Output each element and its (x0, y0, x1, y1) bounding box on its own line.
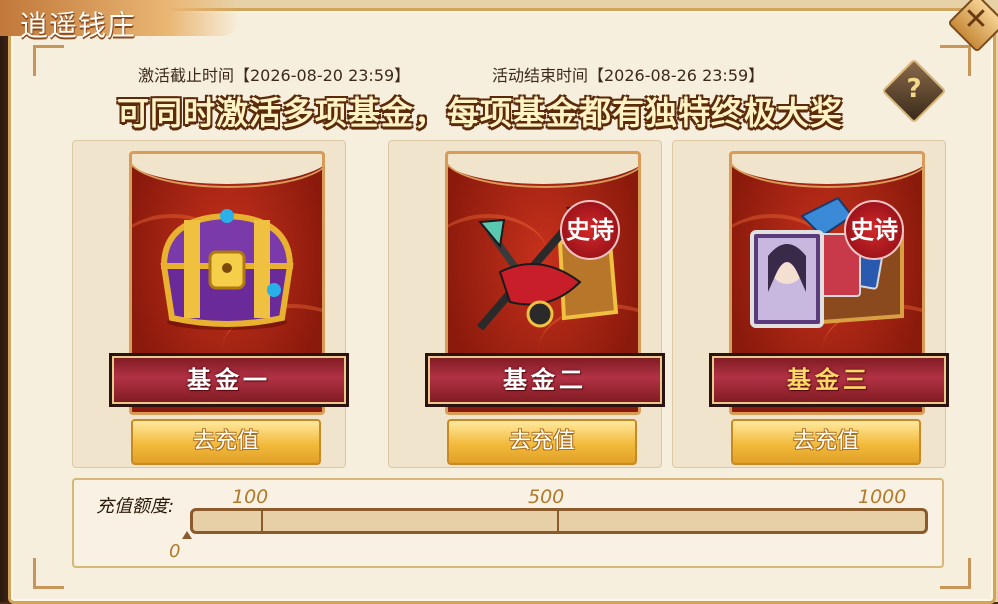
milestone-500: 500 (528, 486, 565, 508)
recharge-button-label: 去充值 (192, 429, 259, 454)
fund-card-3: 史诗 基金三 去充值 (672, 140, 949, 468)
current-recharge-value: 0 (169, 541, 181, 562)
help-icon[interactable]: ? (891, 66, 937, 112)
corner-ornament (33, 558, 64, 589)
fund-card-2: 史诗 基金二 去充值 (388, 140, 665, 468)
epic-badge: 史诗 (560, 200, 620, 260)
recharge-button[interactable]: 去充值 (731, 419, 921, 465)
milestone-divider (557, 511, 559, 531)
close-icon[interactable]: ✕ (958, 0, 994, 40)
corner-ornament (33, 45, 64, 76)
activate-deadline: 激活截止时间【2026-08-20 23:59】 (138, 66, 411, 85)
recharge-button-label: 去充值 (508, 429, 575, 454)
event-end-time: 活动结束时间【2026-08-26 23:59】 (492, 66, 765, 85)
headline: 可同时激活多项基金，每项基金都有独特终极大奖 (116, 94, 843, 132)
recharge-button-label: 去充值 (792, 429, 859, 454)
fund-name-bar: 基金一 (109, 353, 349, 407)
corner-ornament (940, 45, 971, 76)
epic-badge-label: 史诗 (566, 215, 614, 244)
recharge-button[interactable]: 去充值 (131, 419, 321, 465)
treasure-chest-icon (160, 209, 294, 330)
progress-marker-icon (182, 531, 192, 539)
fund-name-bar: 基金二 (425, 353, 665, 407)
corner-ornament (940, 558, 971, 589)
fund-name: 基金三 (787, 365, 871, 394)
epic-badge-label: 史诗 (850, 215, 898, 244)
recharge-progress-bar (190, 508, 928, 534)
milestone-1000: 1000 (858, 486, 907, 508)
window-title: 逍遥钱庄 (20, 9, 137, 42)
fund-card-1: 基金一 去充值 (72, 140, 349, 468)
fund-name: 基金二 (503, 365, 587, 394)
milestone-divider (261, 511, 263, 531)
epic-badge: 史诗 (844, 200, 904, 260)
recharge-button[interactable]: 去充值 (447, 419, 637, 465)
milestone-100: 100 (232, 486, 269, 508)
recharge-amount-label: 充值额度: (96, 496, 175, 517)
fund-name-bar: 基金三 (709, 353, 949, 407)
fund-name: 基金一 (187, 365, 271, 394)
